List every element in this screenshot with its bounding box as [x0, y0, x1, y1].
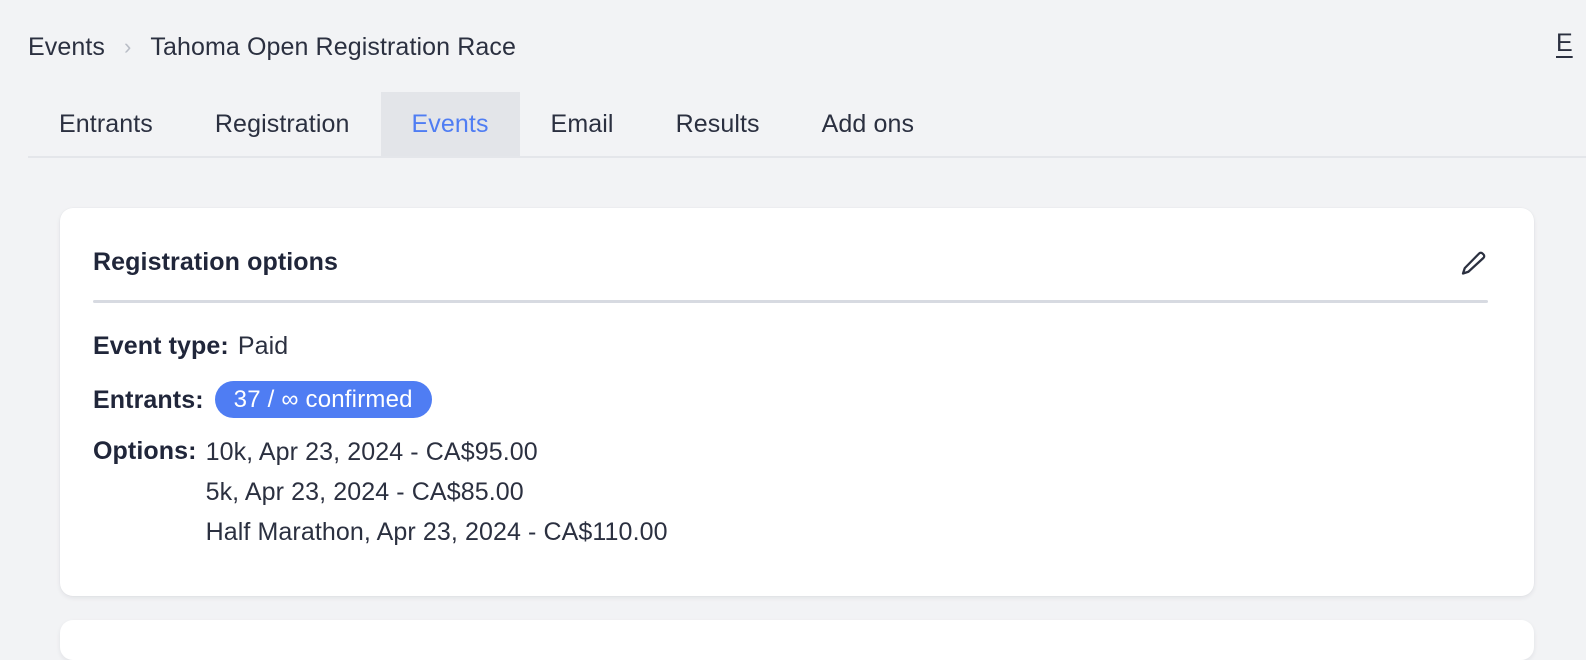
- tab-events[interactable]: Events: [380, 92, 520, 156]
- options-row: Options: 10k, Apr 23, 2024 - CA$95.00 5k…: [93, 432, 1501, 552]
- top-right-link[interactable]: E: [1556, 29, 1573, 58]
- card-details: Event type: Paid Entrants: 37 / ∞ confir…: [93, 327, 1501, 552]
- tab-bar-divider: [28, 156, 1586, 158]
- tab-email[interactable]: Email: [520, 92, 645, 156]
- tab-list: Entrants Registration Events Email Resul…: [28, 92, 945, 156]
- breadcrumb-current-page: Tahoma Open Registration Race: [150, 33, 516, 61]
- event-type-label: Event type:: [93, 332, 229, 360]
- breadcrumb: Events › Tahoma Open Registration Race: [28, 28, 516, 66]
- tab-results[interactable]: Results: [645, 92, 791, 156]
- card-header: Registration options: [93, 244, 1501, 284]
- options-list: 10k, Apr 23, 2024 - CA$95.00 5k, Apr 23,…: [206, 432, 668, 552]
- entrants-label: Entrants:: [93, 386, 204, 414]
- list-item: Half Marathon, Apr 23, 2024 - CA$110.00: [205, 518, 668, 546]
- tab-entrants[interactable]: Entrants: [28, 92, 184, 156]
- event-type-row: Event type: Paid: [93, 327, 1501, 365]
- tab-registration[interactable]: Registration: [184, 92, 381, 156]
- tab-add-ons[interactable]: Add ons: [791, 92, 945, 156]
- edit-button[interactable]: [1453, 244, 1493, 284]
- card-divider: [93, 300, 1488, 303]
- chevron-right-icon: ›: [124, 34, 132, 59]
- registration-options-card: Registration options Event type: Paid En…: [60, 208, 1534, 596]
- next-card-peek: [60, 620, 1534, 660]
- list-item: 10k, Apr 23, 2024 - CA$95.00: [205, 438, 538, 466]
- card-title: Registration options: [93, 248, 339, 276]
- event-type-value: Paid: [237, 332, 289, 360]
- pencil-icon: [1458, 249, 1488, 279]
- options-label: Options:: [93, 437, 197, 465]
- breadcrumb-root-link[interactable]: Events: [28, 28, 105, 66]
- list-item: 5k, Apr 23, 2024 - CA$85.00: [205, 478, 524, 506]
- entrants-status-badge: 37 / ∞ confirmed: [214, 381, 432, 418]
- tab-bar: Entrants Registration Events Email Resul…: [0, 92, 1586, 158]
- entrants-row: Entrants: 37 / ∞ confirmed: [93, 381, 1501, 419]
